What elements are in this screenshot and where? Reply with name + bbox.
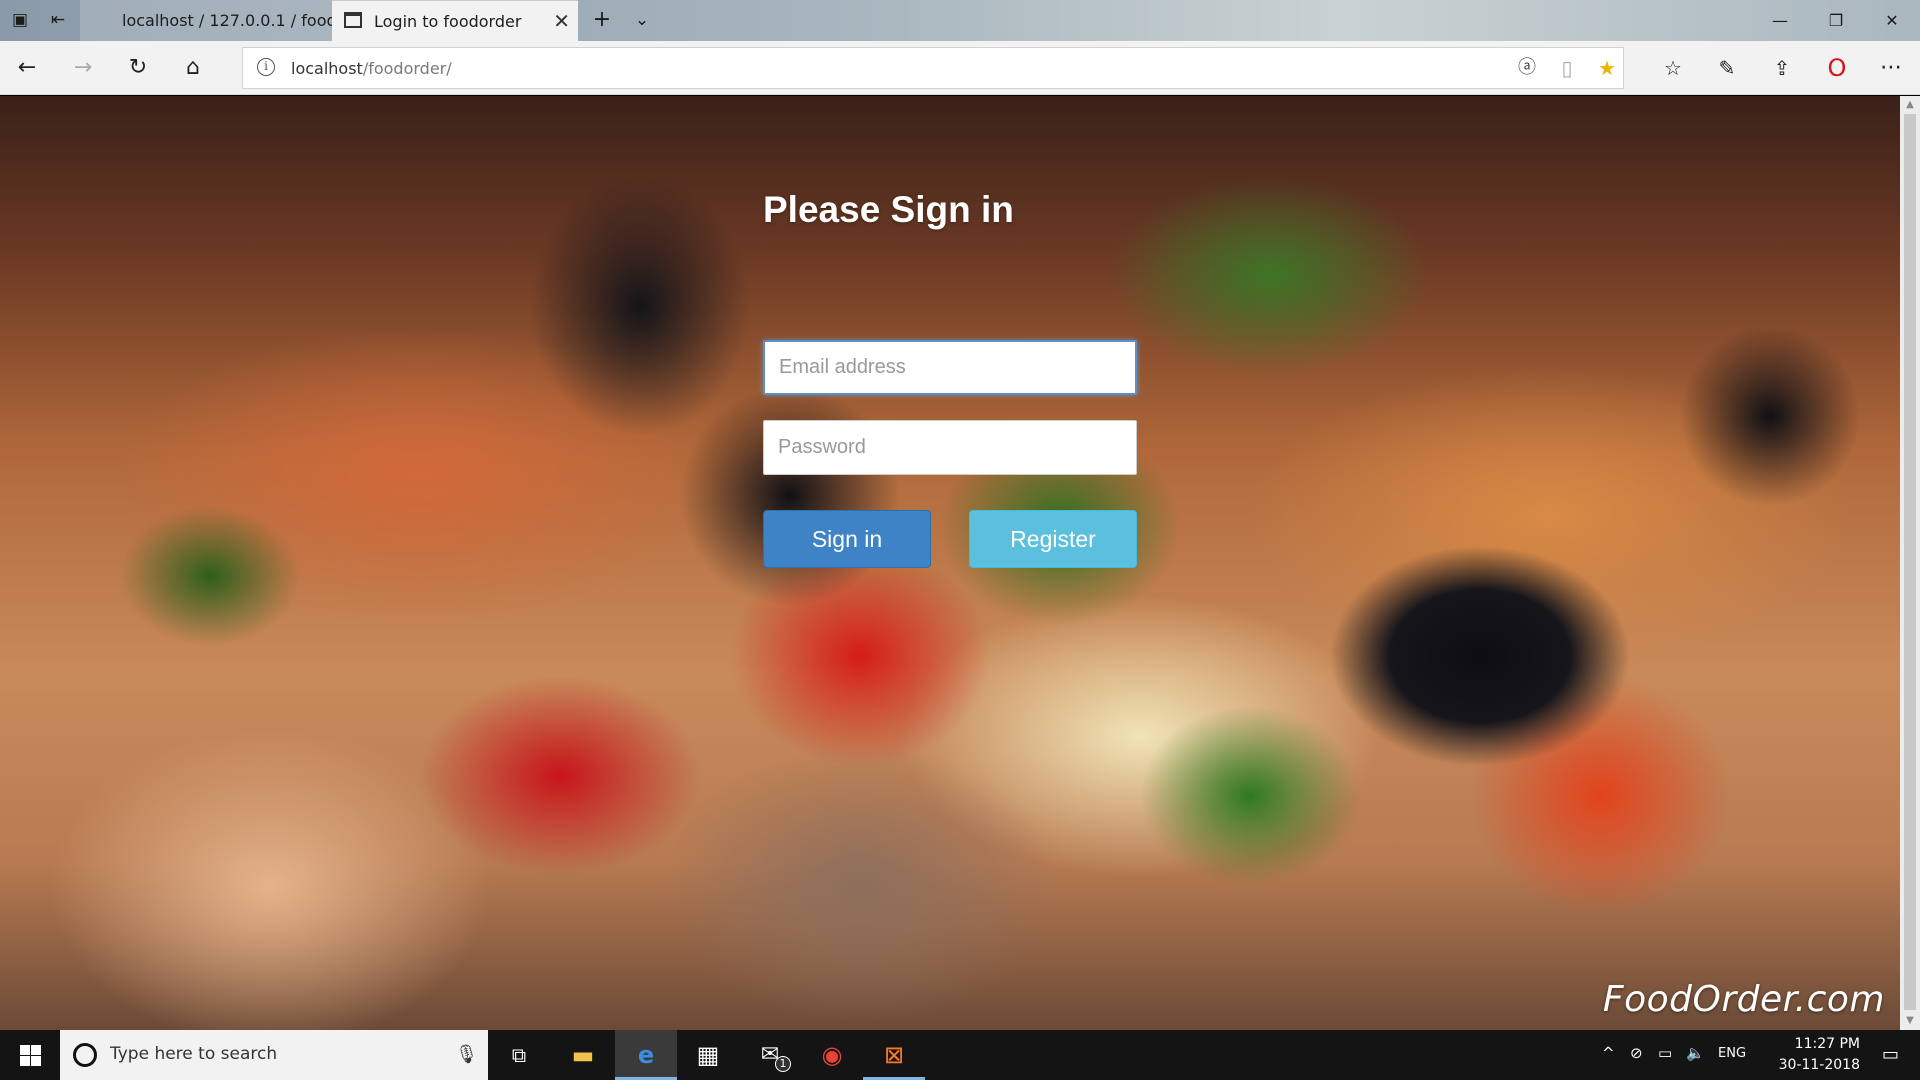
windows-logo-icon xyxy=(31,1056,41,1066)
scroll-up-icon[interactable]: ▲ xyxy=(1900,96,1920,114)
windows-logo-icon xyxy=(20,1056,30,1066)
mail-badge: 1 xyxy=(775,1056,791,1072)
volume-icon[interactable]: 🔈 xyxy=(1686,1044,1705,1062)
page-icon xyxy=(344,12,362,28)
network-icon[interactable]: ⊘ xyxy=(1630,1044,1643,1062)
tab-label: Login to foodorder xyxy=(374,11,522,31)
url-host: localhost xyxy=(291,59,363,78)
close-icon[interactable]: ✕ xyxy=(553,9,570,33)
chrome-icon[interactable]: ◉ xyxy=(801,1030,863,1080)
task-view-icon[interactable]: ⧉ xyxy=(488,1030,550,1080)
notification-icon[interactable]: ▭ xyxy=(1882,1044,1899,1065)
tab-phpmyadmin[interactable]: localhost / 127.0.0.1 / foodc xyxy=(80,0,332,41)
navigation-bar: ← → ↻ ⌂ i localhost/foodorder/ ⓐ ▯ ★ ☆ ✎… xyxy=(0,41,1920,95)
windows-logo-icon xyxy=(20,1045,30,1055)
share-icon[interactable]: ⇪ xyxy=(1767,53,1797,83)
password-field[interactable] xyxy=(763,420,1137,475)
xampp-icon[interactable]: ⊠ xyxy=(863,1030,925,1080)
url-text[interactable]: localhost/foodorder/ xyxy=(291,59,452,78)
read-aloud-icon[interactable]: ⓐ xyxy=(1513,54,1541,82)
close-window-button[interactable]: ✕ xyxy=(1864,0,1920,41)
chevron-down-icon[interactable]: ⌄ xyxy=(630,8,654,32)
taskbar: Type here to search 🎙 ⧉ ▬ e ▦ ✉ 1 ◉ ⊠ ^ ⊘… xyxy=(0,1030,1920,1080)
chevron-up-icon[interactable]: ^ xyxy=(1602,1044,1615,1062)
tab-set-aside-icon[interactable]: ▣ xyxy=(8,8,32,32)
page-scrollbar[interactable]: ▲ ▼ xyxy=(1900,96,1920,1030)
store-icon[interactable]: ▦ xyxy=(677,1030,739,1080)
clock-date[interactable]: 30-11-2018 xyxy=(1779,1057,1860,1073)
cortana-icon xyxy=(73,1043,97,1067)
home-icon[interactable]: ⌂ xyxy=(178,53,208,83)
opera-icon[interactable]: O xyxy=(1822,53,1852,83)
edge-icon[interactable]: e xyxy=(615,1030,677,1080)
battery-icon[interactable]: ▭ xyxy=(1658,1044,1672,1062)
tab-login[interactable]: Login to foodorder ✕ xyxy=(332,0,578,41)
microphone-icon[interactable]: 🎙 xyxy=(455,1044,478,1065)
page-viewport: Please Sign in Sign in Register FoodOrde… xyxy=(0,96,1900,1030)
refresh-icon[interactable]: ↻ xyxy=(123,53,153,83)
reading-view-icon[interactable]: ▯ xyxy=(1553,54,1581,82)
system-tray: ^ ⊘ ▭ 🔈 ENG 11:27 PM 30-11-2018 ▭ xyxy=(1600,1030,1920,1080)
favorite-star-icon[interactable]: ★ xyxy=(1593,54,1621,82)
pen-icon[interactable]: ✎ xyxy=(1712,53,1742,83)
restore-button[interactable]: ❐ xyxy=(1808,0,1864,41)
start-button[interactable] xyxy=(0,1030,60,1080)
search-placeholder: Type here to search xyxy=(110,1044,278,1064)
brand-logo: FoodOrder.com xyxy=(1602,979,1885,1020)
email-field[interactable] xyxy=(763,340,1137,395)
new-tab-icon[interactable]: + xyxy=(590,8,614,32)
address-bar[interactable]: i localhost/foodorder/ ⓐ ▯ ★ xyxy=(242,47,1624,89)
register-button[interactable]: Register xyxy=(969,510,1137,568)
language-indicator[interactable]: ENG xyxy=(1718,1046,1746,1061)
windows-logo-icon xyxy=(31,1045,41,1055)
tab-label: localhost / 127.0.0.1 / foodc xyxy=(122,11,332,30)
clock-time[interactable]: 11:27 PM xyxy=(1795,1036,1860,1052)
browser-titlebar: ▣ ⇤ localhost / 127.0.0.1 / foodc Login … xyxy=(0,0,1920,41)
scroll-thumb[interactable] xyxy=(1904,114,1916,1010)
more-icon[interactable]: ⋯ xyxy=(1876,53,1906,83)
taskbar-search[interactable]: Type here to search 🎙 xyxy=(60,1030,488,1080)
scroll-down-icon[interactable]: ▼ xyxy=(1900,1012,1920,1030)
minimize-button[interactable]: — xyxy=(1752,0,1808,41)
page-title: Please Sign in xyxy=(763,189,1014,230)
url-path: /foodorder/ xyxy=(362,59,452,78)
forward-icon[interactable]: → xyxy=(68,53,98,83)
info-icon[interactable]: i xyxy=(257,58,275,76)
favorites-list-icon[interactable]: ☆ xyxy=(1658,53,1688,83)
back-icon[interactable]: ← xyxy=(12,53,42,83)
signin-form: Please Sign in Sign in Register xyxy=(763,188,1137,568)
mail-icon[interactable]: ✉ 1 xyxy=(739,1030,801,1080)
tab-preview-icon[interactable]: ⇤ xyxy=(46,8,70,32)
file-explorer-icon[interactable]: ▬ xyxy=(552,1030,614,1080)
signin-button[interactable]: Sign in xyxy=(763,510,931,568)
